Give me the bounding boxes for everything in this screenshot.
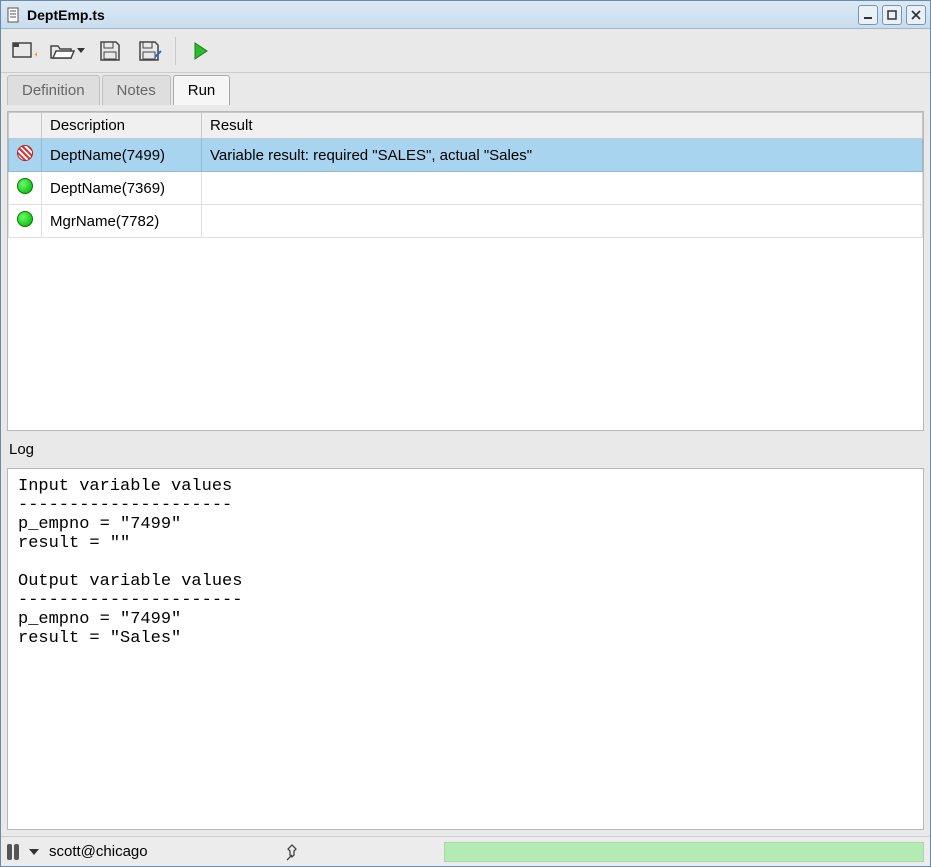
table-row[interactable]: MgrName(7782) [9, 205, 923, 238]
app-window: DeptEmp.ts ✦ Definition Notes Run [0, 0, 931, 867]
save-button[interactable] [95, 36, 125, 66]
results-grid: Description Result DeptName(7499)Variabl… [7, 111, 924, 431]
connection-label[interactable]: scott@chicago [49, 843, 148, 860]
col-status[interactable] [9, 113, 42, 139]
toolbar: ✦ [1, 29, 930, 73]
status-cell [9, 172, 42, 205]
table-row[interactable]: DeptName(7369) [9, 172, 923, 205]
run-panel: Description Result DeptName(7499)Variabl… [1, 105, 930, 836]
tab-notes[interactable]: Notes [102, 75, 171, 105]
window-title: DeptEmp.ts [27, 7, 858, 23]
pass-icon [17, 178, 33, 194]
new-button[interactable]: ✦ [9, 36, 39, 66]
log-output[interactable]: Input variable values ------------------… [7, 468, 924, 830]
save-as-button[interactable] [135, 36, 165, 66]
results-table: Description Result DeptName(7499)Variabl… [8, 112, 923, 238]
run-button[interactable] [186, 36, 216, 66]
close-button[interactable] [906, 5, 926, 25]
table-row[interactable]: DeptName(7499)Variable result: required … [9, 139, 923, 172]
toolbar-separator [175, 37, 176, 65]
svg-text:✦: ✦ [33, 50, 37, 61]
save-edit-icon [137, 39, 163, 63]
play-icon [191, 41, 211, 61]
chevron-down-icon [77, 48, 85, 53]
folder-open-icon [49, 40, 75, 62]
result-cell: Variable result: required "SALES", actua… [202, 139, 923, 172]
pass-icon [17, 211, 33, 227]
col-description[interactable]: Description [42, 113, 202, 139]
description-cell: DeptName(7499) [42, 139, 202, 172]
titlebar: DeptEmp.ts [1, 1, 930, 29]
maximize-button[interactable] [882, 5, 902, 25]
activity-icon [7, 844, 19, 860]
open-button[interactable] [49, 40, 85, 62]
fail-icon [17, 145, 33, 161]
pin-icon [283, 843, 301, 861]
log-label: Log [7, 441, 924, 458]
result-cell [202, 172, 923, 205]
progress-bar [444, 842, 924, 862]
status-cell [9, 139, 42, 172]
tab-definition[interactable]: Definition [7, 75, 100, 105]
file-icon [5, 7, 21, 23]
window-buttons [858, 5, 926, 25]
col-result[interactable]: Result [202, 113, 923, 139]
chevron-down-icon[interactable] [29, 849, 39, 855]
tabstrip: Definition Notes Run [1, 73, 930, 105]
new-tab-icon: ✦ [11, 40, 37, 62]
status-cell [9, 205, 42, 238]
result-cell [202, 205, 923, 238]
statusbar: scott@chicago [1, 836, 930, 866]
minimize-button[interactable] [858, 5, 878, 25]
description-cell: DeptName(7369) [42, 172, 202, 205]
description-cell: MgrName(7782) [42, 205, 202, 238]
pin-button[interactable] [283, 843, 301, 861]
tab-run[interactable]: Run [173, 75, 231, 105]
save-icon [98, 39, 122, 63]
